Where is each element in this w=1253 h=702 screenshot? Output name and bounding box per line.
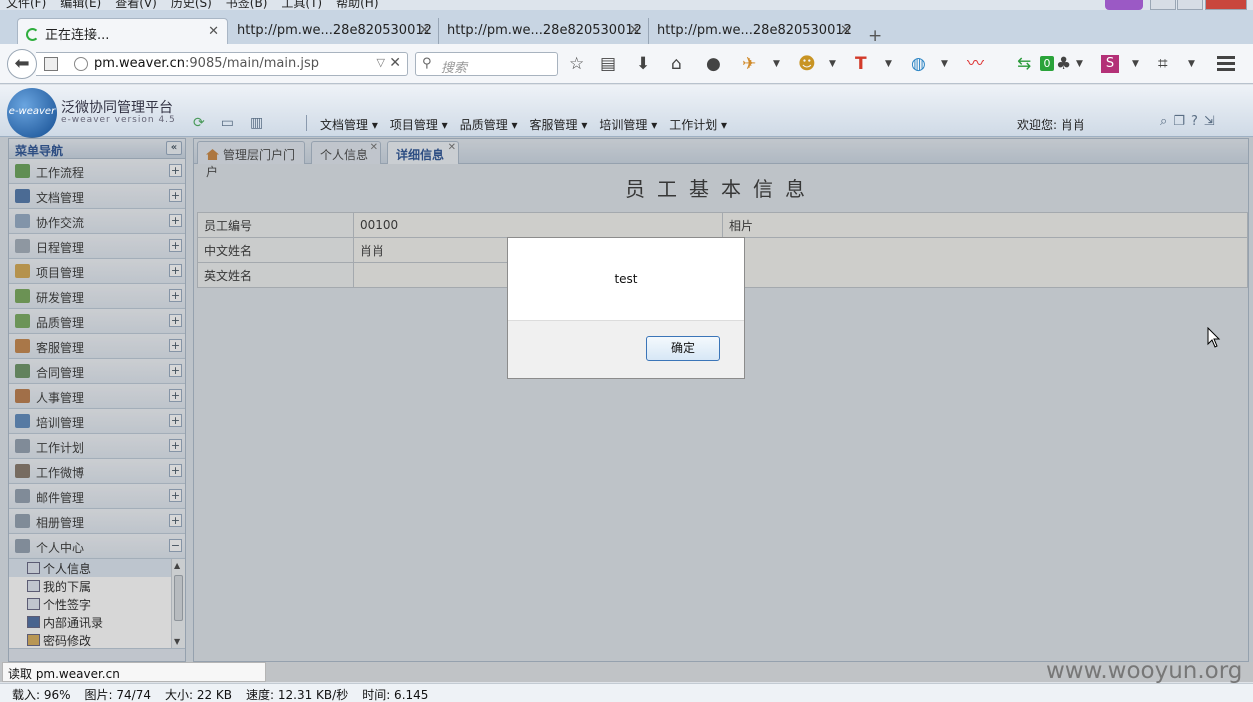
menu-history[interactable]: 历史(S)	[171, 0, 212, 10]
dialog-message: test	[614, 272, 638, 286]
home-icon[interactable]: ⌂	[671, 54, 682, 74]
crop-icon[interactable]: ⌗	[1158, 54, 1168, 74]
close-tab-icon[interactable]: ✕	[419, 23, 430, 38]
status-size: 大小: 22 KB	[164, 688, 233, 702]
menu-tools[interactable]: 工具(T)	[281, 0, 322, 10]
sync-globe-icon[interactable]: ◍	[911, 54, 926, 74]
menu-bookmarks[interactable]: 书签(B)	[226, 0, 268, 10]
search-placeholder: 搜索	[441, 61, 468, 76]
graph-icon[interactable]: 〰	[967, 54, 984, 74]
chevron-down-icon[interactable]: ▼	[1076, 54, 1083, 74]
logout-icon[interactable]: ⇲	[1204, 114, 1215, 129]
bookmark-star-icon[interactable]: ☆	[569, 54, 584, 74]
monkey-icon[interactable]: ☻	[798, 54, 816, 74]
firefox-button[interactable]	[1105, 0, 1143, 10]
browser-tabbar: 正在连接... ✕ http://pm.we...28e820530012 ✕ …	[0, 10, 1253, 46]
chevron-down-icon[interactable]: ▼	[773, 54, 780, 74]
dialog-body: test	[508, 238, 744, 321]
browser-tab[interactable]: http://pm.we...28e820530012 ✕	[439, 18, 649, 44]
app-header: e-weaver 泛微协同管理平台 e-weaver version 4.5 ⟳…	[0, 85, 1253, 138]
chat-icon[interactable]: ●	[706, 54, 721, 74]
hamburger-menu-icon[interactable]	[1217, 56, 1235, 71]
tab-title: http://pm.we...28e820530012	[447, 23, 642, 38]
layout-icon[interactable]: ▭	[221, 115, 234, 131]
topmenu-training[interactable]: 培训管理 ▾	[599, 116, 657, 133]
badge-count[interactable]: 0	[1040, 56, 1054, 71]
arrows-icon[interactable]: ⇆	[1017, 54, 1031, 74]
back-button[interactable]: ⬅	[7, 49, 37, 79]
refresh-icon[interactable]: ⟳	[193, 115, 205, 131]
reading-list-icon[interactable]: ▤	[600, 54, 616, 74]
chevron-down-icon[interactable]: ▼	[1188, 54, 1195, 74]
tab-title: http://pm.we...28e820530012	[657, 23, 852, 38]
close-tab-icon[interactable]: ✕	[840, 23, 851, 38]
watermark: www.wooyun.org	[1046, 658, 1243, 684]
tab-title: 正在连接...	[45, 28, 110, 43]
url-dropdown-icon[interactable]: ▽	[377, 56, 385, 69]
search-icon: ⚲	[422, 56, 432, 71]
close-tab-icon[interactable]: ✕	[629, 23, 640, 38]
close-window-button[interactable]	[1205, 0, 1247, 10]
browser-tab-active[interactable]: 正在连接... ✕	[17, 18, 228, 44]
new-tab-icon[interactable]: +	[868, 26, 882, 46]
tab-title: http://pm.we...28e820530012	[237, 23, 432, 38]
chevron-down-icon[interactable]: ▼	[941, 54, 948, 74]
app-version: e-weaver version 4.5	[61, 115, 176, 125]
windows-icon[interactable]: ❐	[1173, 114, 1185, 129]
minimize-button[interactable]	[1150, 0, 1176, 10]
s-logo-icon[interactable]: S	[1101, 55, 1119, 73]
split-layout-icon[interactable]: ▥	[250, 115, 263, 131]
app-title: 泛微协同管理平台	[61, 100, 173, 116]
addon-icon[interactable]: ✈	[742, 54, 756, 74]
browser-navbar: pm.weaver.cn:9085/main/main.jsp ▽ ✕ ⬅ ⚲ …	[0, 44, 1253, 84]
chevron-down-icon[interactable]: ▼	[829, 54, 836, 74]
page-info-icon[interactable]	[44, 57, 58, 71]
topmenu-quality[interactable]: 品质管理 ▾	[460, 116, 518, 133]
download-icon[interactable]: ⬇	[636, 54, 650, 74]
loading-spinner-icon	[26, 28, 39, 41]
stop-icon[interactable]: ✕	[389, 55, 401, 71]
url-text[interactable]: pm.weaver.cn:9085/main/main.jsp	[94, 56, 319, 71]
topmenu-docs[interactable]: 文档管理 ▾	[320, 116, 378, 133]
search-input[interactable]: ⚲ 搜索	[415, 52, 558, 76]
ok-button[interactable]: 确定	[646, 336, 720, 361]
browser-menubar: 文件(F) 编辑(E) 查看(V) 历史(S) 书签(B) 工具(T) 帮助(H…	[0, 0, 1253, 10]
topmenu-plan[interactable]: 工作计划 ▾	[669, 116, 727, 133]
status-time: 时间: 6.145	[362, 688, 429, 702]
menu-help[interactable]: 帮助(H)	[336, 0, 378, 10]
browser-tab[interactable]: http://pm.we...28e820530012 ✕	[229, 18, 439, 44]
text-t-icon[interactable]: T	[855, 54, 867, 74]
status-bar: 载入: 96% 图片: 74/74 大小: 22 KB 速度: 12.31 KB…	[0, 683, 1253, 702]
alert-dialog: test 确定	[507, 237, 745, 379]
globe-icon[interactable]	[74, 57, 88, 71]
toolbar-divider	[306, 115, 307, 131]
menu-edit[interactable]: 编辑(E)	[60, 0, 101, 10]
status-images: 图片: 74/74	[84, 688, 151, 702]
close-tab-icon[interactable]: ✕	[208, 24, 219, 39]
status-load: 载入: 96%	[12, 688, 71, 702]
menu-view[interactable]: 查看(V)	[115, 0, 157, 10]
modal-backdrop	[0, 137, 1253, 682]
puzzle-icon[interactable]: ♣	[1056, 54, 1071, 74]
app-logo: e-weaver	[7, 88, 57, 138]
url-bar[interactable]: pm.weaver.cn:9085/main/main.jsp ▽ ✕	[36, 52, 408, 76]
status-popup: 读取 pm.weaver.cn	[2, 662, 266, 682]
mouse-cursor-icon	[1207, 327, 1221, 348]
help-icon[interactable]: ?	[1191, 114, 1198, 129]
welcome-text: 欢迎您: 肖肖	[1017, 118, 1085, 132]
topmenu-service[interactable]: 客服管理 ▾	[530, 116, 588, 133]
maximize-button[interactable]	[1177, 0, 1203, 10]
status-speed: 速度: 12.31 KB/秒	[246, 688, 349, 702]
chevron-down-icon[interactable]: ▼	[1132, 54, 1139, 74]
menu-file[interactable]: 文件(F)	[6, 0, 46, 10]
search-icon[interactable]: ⌕	[1160, 114, 1167, 129]
chevron-down-icon[interactable]: ▼	[885, 54, 892, 74]
browser-tab[interactable]: http://pm.we...28e820530012 ✕	[649, 18, 859, 44]
topmenu-projects[interactable]: 项目管理 ▾	[390, 116, 448, 133]
